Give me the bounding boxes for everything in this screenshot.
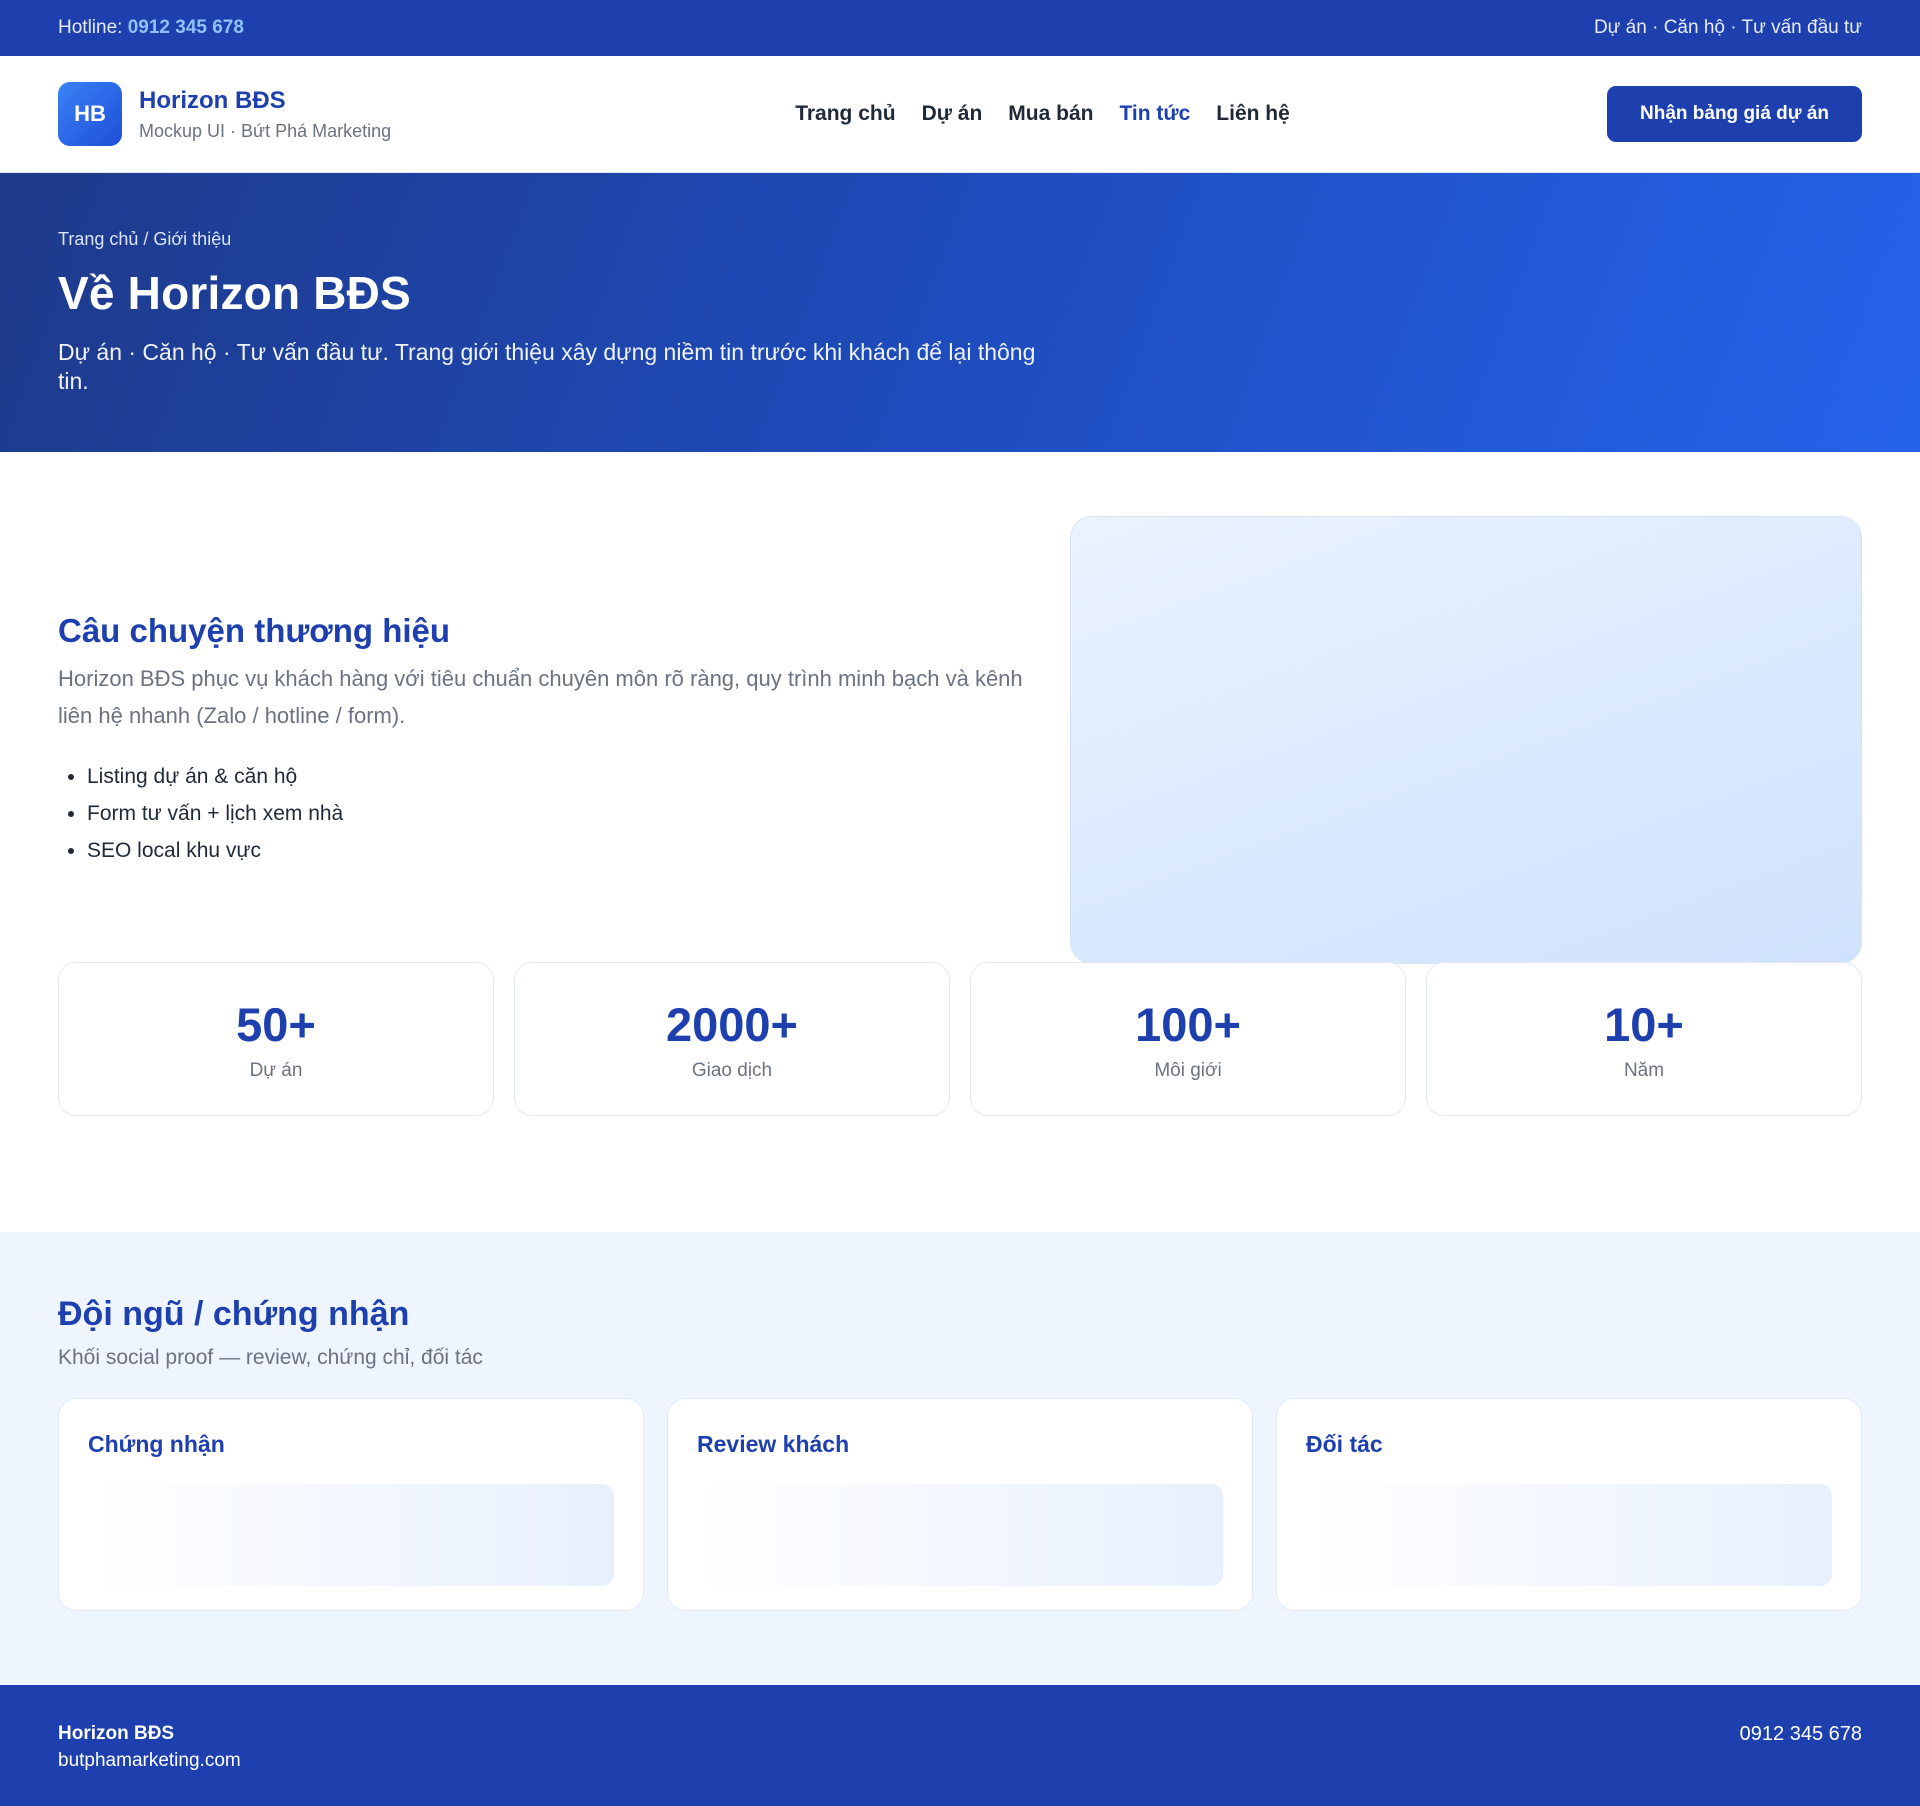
hero-section: Trang chủ / Giới thiệu Về Horizon BĐS Dự…	[0, 173, 1920, 452]
stat-value: 10+	[1604, 997, 1684, 1051]
card-reviews: Review khách	[667, 1398, 1253, 1611]
nav-item-mua-ban[interactable]: Mua bán	[1008, 102, 1093, 126]
hero-description: Dự án · Căn hộ · Tư vấn đầu tư. Trang gi…	[58, 339, 1036, 394]
list-item: Form tư vấn + lịch xem nhà	[87, 795, 1028, 832]
stat-card-projects: 50+ Dự án	[58, 962, 494, 1116]
stat-label: Dự án	[249, 1059, 303, 1081]
proof-cards: Chứng nhận Review khách Đối tác	[58, 1398, 1862, 1611]
team-subtitle: Khối social proof — review, chứng chỉ, đ…	[58, 1346, 483, 1369]
card-placeholder	[88, 1484, 614, 1586]
nav-item-tin-tuc[interactable]: Tin tức	[1119, 102, 1190, 126]
story-description: Horizon BĐS phục vụ khách hàng với tiêu …	[58, 666, 1023, 728]
brand[interactable]: HB Horizon BĐS Mockup UI · Bứt Phá Marke…	[58, 82, 478, 146]
brand-text: Horizon BĐS Mockup UI · Bứt Phá Marketin…	[139, 87, 391, 142]
top-bar: Hotline: 0912 345 678 Dự án · Căn hộ · T…	[0, 0, 1920, 56]
footer-brand-block: Horizon BĐS butphamarketing.com	[58, 1723, 241, 1806]
team-certification-section: Đội ngũ / chứng nhận Khối social proof —…	[0, 1232, 1920, 1685]
brand-story-section: Câu chuyện thương hiệu Horizon BĐS phục …	[0, 452, 1920, 1004]
hotline: Hotline: 0912 345 678	[58, 17, 244, 39]
hotline-number-link[interactable]: 0912 345 678	[128, 17, 244, 38]
get-price-button[interactable]: Nhận bảng giá dự án	[1607, 86, 1862, 142]
brand-subtitle: Mockup UI · Bứt Phá Marketing	[139, 120, 392, 141]
stat-value: 2000+	[665, 997, 798, 1051]
hotline-label: Hotline:	[58, 17, 123, 38]
list-item: SEO local khu vực	[87, 832, 1028, 869]
card-title: Review khách	[697, 1431, 850, 1457]
team-title: Đội ngũ / chứng nhận	[58, 1295, 410, 1333]
nav-item-lien-he[interactable]: Liên hệ	[1216, 102, 1290, 126]
brand-name: Horizon BĐS	[139, 86, 286, 114]
footer-phone-link[interactable]: 0912 345 678	[1740, 1723, 1862, 1806]
stat-value: 50+	[236, 997, 316, 1051]
stat-label: Giao dịch	[691, 1059, 773, 1081]
footer-brand: Horizon BĐS	[58, 1723, 175, 1744]
site-footer: Horizon BĐS butphamarketing.com 0912 345…	[0, 1685, 1920, 1806]
story-bullets: Listing dự án & căn hộ Form tư vấn + lịc…	[58, 758, 1028, 869]
stat-card-years: 10+ Năm	[1426, 962, 1862, 1116]
card-placeholder	[697, 1484, 1223, 1586]
stat-label: Môi giới	[1154, 1059, 1222, 1081]
card-placeholder	[1306, 1484, 1832, 1586]
story-title: Câu chuyện thương hiệu	[58, 612, 451, 649]
nav-item-du-an[interactable]: Dự án	[922, 102, 983, 126]
nav-item-trang-chu[interactable]: Trang chủ	[795, 102, 895, 126]
page-title: Về Horizon BĐS	[58, 267, 411, 319]
card-title: Đối tác	[1306, 1431, 1383, 1457]
site-header: HB Horizon BĐS Mockup UI · Bứt Phá Marke…	[0, 56, 1920, 173]
main-nav: Trang chủ Dự án Mua bán Tin tức Liên hệ	[795, 102, 1290, 126]
footer-website-link[interactable]: butphamarketing.com	[58, 1750, 241, 1772]
logo-badge[interactable]: HB	[58, 82, 122, 146]
stat-card-transactions: 2000+ Giao dịch	[514, 962, 950, 1116]
story-image-placeholder	[1070, 516, 1862, 964]
stat-label: Năm	[1623, 1059, 1665, 1081]
card-partners: Đối tác	[1276, 1398, 1862, 1611]
card-certifications: Chứng nhận	[58, 1398, 644, 1611]
breadcrumb: Trang chủ / Giới thiệu	[58, 229, 232, 249]
card-title: Chứng nhận	[88, 1431, 225, 1457]
stat-card-brokers: 100+ Môi giới	[970, 962, 1406, 1116]
story-content: Câu chuyện thương hiệu Horizon BĐS phục …	[58, 516, 1028, 1004]
top-tagline: Dự án · Căn hộ · Tư vấn đầu tư	[1593, 17, 1862, 38]
list-item: Listing dự án & căn hộ	[87, 758, 1028, 795]
stat-value: 100+	[1135, 997, 1241, 1051]
